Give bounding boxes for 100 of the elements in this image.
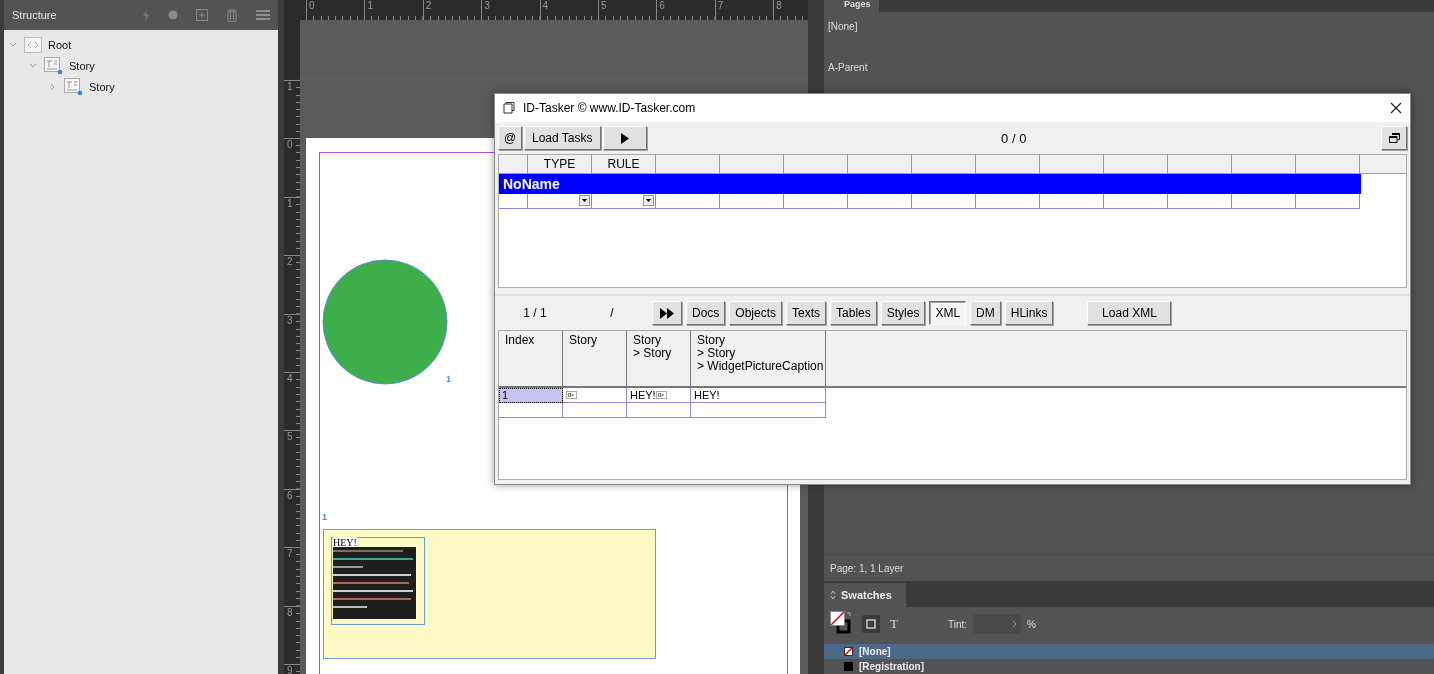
lightning-icon[interactable]	[142, 8, 150, 22]
tab[interactable]: Docs	[686, 301, 726, 325]
tree-item[interactable]: Story	[89, 80, 115, 93]
circle-icon[interactable]	[168, 10, 178, 20]
grid-cell[interactable]	[976, 194, 1040, 209]
swatch-row[interactable]: [None]	[824, 644, 1434, 659]
header-cell	[976, 155, 1040, 174]
delete-icon[interactable]	[226, 8, 238, 22]
tab[interactable]: DM	[970, 301, 1001, 325]
grid-cell[interactable]	[563, 403, 627, 418]
parent-page-item[interactable]: A-Parent	[828, 62, 868, 73]
tab[interactable]: Styles	[880, 301, 926, 325]
grid-cell[interactable]	[1168, 194, 1232, 209]
tab[interactable]: Tables	[830, 301, 877, 325]
column-header: Story > Story > WidgetPictureCaption	[697, 334, 824, 373]
fast-forward-icon	[660, 307, 674, 319]
column-header: Index	[505, 334, 535, 347]
updown-icon	[830, 590, 836, 600]
table-cell[interactable]: HEY!	[691, 388, 826, 403]
menu-icon[interactable]	[256, 10, 270, 20]
caret-down-icon	[582, 199, 587, 202]
header-cell	[784, 155, 848, 174]
panel-tab[interactable]: Pages	[824, 0, 879, 12]
column-header: Story > Story	[633, 334, 672, 360]
ruler-label: 2	[284, 255, 300, 314]
task-counter: 0 / 0	[1000, 130, 1028, 146]
close-button[interactable]	[1390, 102, 1402, 114]
caret-down-icon	[646, 199, 651, 202]
play-icon	[620, 132, 629, 144]
header-cell	[848, 155, 912, 174]
swatch-row[interactable]: [Registration]	[824, 659, 1434, 674]
window-icon	[503, 102, 515, 114]
grid-cell[interactable]	[1040, 194, 1104, 209]
at-button[interactable]: @	[498, 126, 522, 150]
grid-cell[interactable]	[528, 194, 592, 209]
header-cell	[1232, 155, 1296, 174]
table-cell[interactable]: 1	[499, 388, 563, 403]
window-title: ID-Tasker © www.ID-Tasker.com	[523, 101, 697, 115]
fill-stroke-icon[interactable]	[830, 611, 852, 637]
panel-tab[interactable]: Swatches	[824, 583, 906, 607]
grid-cell[interactable]	[499, 403, 563, 418]
frame-marker: 1	[322, 512, 327, 522]
load-tasks-button[interactable]: Load Tasks	[524, 126, 601, 150]
column-header: TYPE	[528, 155, 592, 174]
container-icon[interactable]	[862, 615, 880, 633]
grid-cell[interactable]	[656, 194, 720, 209]
frame-marker: 1	[446, 374, 451, 384]
restore-icon	[1388, 133, 1400, 143]
header-cell	[1296, 155, 1360, 174]
grid-cell[interactable]	[627, 403, 691, 418]
header-cell	[1360, 155, 1406, 174]
column-header: RULE	[592, 155, 656, 174]
ruler-label: 3	[481, 0, 540, 20]
grid-cell[interactable]	[592, 194, 656, 209]
text-fill-button[interactable]: T	[890, 616, 898, 632]
table-cell[interactable]	[563, 388, 627, 403]
grid-cell[interactable]	[720, 194, 784, 209]
tab[interactable]: Objects	[729, 301, 783, 325]
grid-cell[interactable]	[1232, 194, 1296, 209]
parent-page-item[interactable]: [None]	[828, 21, 858, 32]
restore-button[interactable]	[1381, 126, 1407, 150]
chevron-right-icon	[1012, 620, 1018, 628]
header-cell	[656, 155, 720, 174]
play-button[interactable]	[602, 126, 647, 150]
ruler-label: 1	[364, 0, 423, 20]
grid-cell[interactable]	[784, 194, 848, 209]
grid-cell[interactable]	[691, 403, 826, 418]
add-icon[interactable]	[196, 9, 208, 21]
grid-cell[interactable]	[912, 194, 976, 209]
load-xml-button[interactable]: Load XML	[1087, 301, 1172, 325]
ruler-label: 6	[656, 0, 715, 20]
tint-field[interactable]	[973, 614, 1022, 634]
dropdown-button[interactable]	[643, 195, 654, 206]
fast-forward-button[interactable]	[652, 301, 682, 325]
header-cell	[1104, 155, 1168, 174]
tab[interactable]: XML	[929, 301, 967, 325]
position-text: 1 / 1	[522, 306, 548, 320]
tab[interactable]: HLinks	[1004, 301, 1054, 325]
tab[interactable]: Texts	[786, 301, 827, 325]
dropdown-button[interactable]	[579, 195, 590, 206]
grid-cell[interactable]	[499, 194, 528, 209]
panel-title: Structure	[12, 9, 58, 21]
header-cell	[1040, 155, 1104, 174]
separator-text: /	[609, 306, 615, 320]
header-cell	[912, 155, 976, 174]
tree-item[interactable]: Root	[48, 38, 72, 51]
table-cell[interactable]: HEY!	[627, 388, 691, 403]
tab-label: Swatches	[841, 589, 892, 601]
header-cell	[499, 155, 528, 174]
ruler-label: 0	[284, 138, 300, 197]
grid-cell[interactable]	[1296, 194, 1360, 209]
none-swatch-icon	[844, 647, 853, 656]
grid-cell[interactable]	[848, 194, 912, 209]
close-icon	[1390, 102, 1402, 114]
text-frame-icon	[64, 77, 83, 96]
registration-swatch-icon	[844, 662, 853, 671]
element-icon	[24, 36, 42, 53]
group-row[interactable]: NoName	[499, 174, 1361, 194]
tree-item[interactable]: Story	[69, 59, 95, 72]
grid-cell[interactable]	[1104, 194, 1168, 209]
